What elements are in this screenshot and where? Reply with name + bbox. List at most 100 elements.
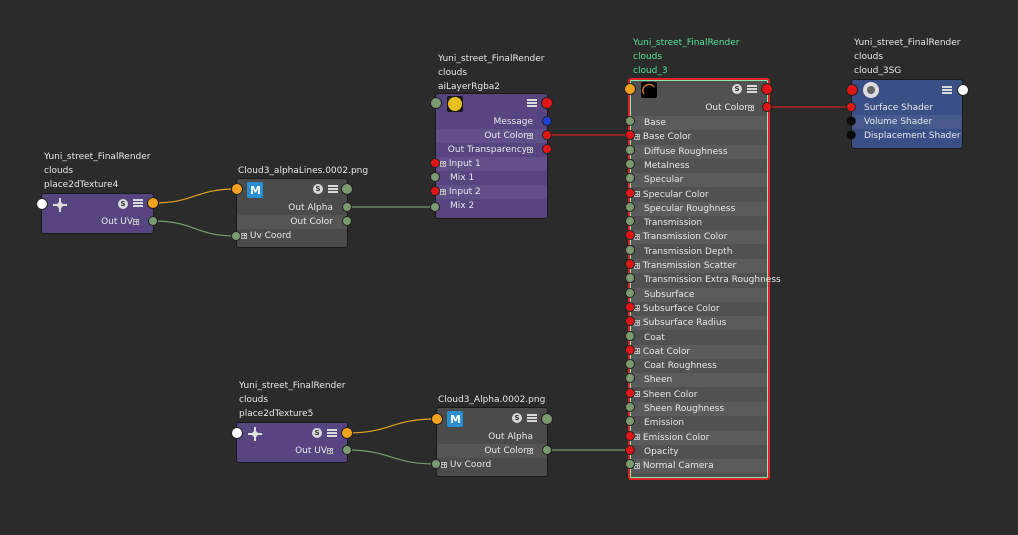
swatch-s-icon[interactable]: S xyxy=(512,413,522,423)
shader-output-port[interactable] xyxy=(761,83,773,95)
surface-shader-row: Surface Shader xyxy=(852,101,962,115)
cloud3sg-node[interactable]: Surface Shader Volume Shader Displacemen… xyxy=(851,79,963,149)
layer-outcolor-port[interactable] xyxy=(542,130,552,140)
out-uv-label: Out UV xyxy=(295,444,333,458)
shader-node-name: cloud_3 xyxy=(633,66,668,76)
place4-output-port[interactable] xyxy=(147,197,159,209)
alpha-output-port[interactable] xyxy=(541,413,553,425)
swatch-s-icon[interactable]: S xyxy=(313,184,323,194)
attr-port-subsurface[interactable] xyxy=(625,287,635,298)
svg-text:M: M xyxy=(450,413,461,426)
attr-row-transmission-extra-roughness: Transmission Extra Roughness xyxy=(630,273,781,287)
attr-row-transmission-scatter: Transmission Scatter xyxy=(630,259,768,273)
layer-mix2-port[interactable] xyxy=(430,202,440,212)
attr-row-specular-color: Specular Color xyxy=(630,188,768,202)
attr-port-diffuse-roughness[interactable] xyxy=(625,144,635,155)
alphalines-output-port[interactable] xyxy=(341,183,353,195)
wire-place4-uv-to-alphalines xyxy=(152,220,237,237)
layer-message-port[interactable] xyxy=(542,116,552,126)
attr-row-subsurface-radius: Subsurface Radius xyxy=(630,316,768,331)
layer-outtransparency-port[interactable] xyxy=(542,144,552,154)
attr-port-opacity[interactable] xyxy=(625,444,635,455)
file-alpha-node[interactable]: M S Out Alpha Out Color Uv Coord xyxy=(436,407,548,477)
file-alphalines-node[interactable]: M S Out Alpha Out Color Uv Coord xyxy=(236,178,348,248)
sg-input-port[interactable] xyxy=(846,84,858,96)
layer-input-port[interactable] xyxy=(430,97,442,109)
shader-outcolor-port[interactable] xyxy=(762,102,772,112)
menu-icon[interactable] xyxy=(747,85,757,94)
swatch-s-icon[interactable]: S xyxy=(732,84,742,94)
menu-icon[interactable] xyxy=(942,86,952,95)
uv-coord-label: Uv Coord xyxy=(441,458,491,472)
alphalines-outcolor-port[interactable] xyxy=(342,216,352,226)
place4-input-port[interactable] xyxy=(36,198,48,210)
place5-output-port[interactable] xyxy=(341,427,353,439)
input1-label: Input 1 xyxy=(440,157,481,171)
wire-place4-to-alphalines xyxy=(152,188,237,204)
layer-scene-label: Yuni_street_FinalRender xyxy=(438,54,545,64)
alpha-outcolor-port[interactable] xyxy=(542,445,552,455)
sg-surface-port[interactable] xyxy=(846,102,856,112)
out-transparency-row: Out Transparency xyxy=(436,143,547,157)
attr-port-coat[interactable] xyxy=(625,330,635,341)
sg-displacement-port[interactable] xyxy=(846,130,856,140)
attr-port-metalness[interactable] xyxy=(625,158,635,169)
place5-input-port[interactable] xyxy=(231,427,243,439)
attr-label-opacity: Opacity xyxy=(644,446,679,457)
volume-shader-row: Volume Shader xyxy=(852,115,962,129)
place5-outuv-port[interactable] xyxy=(342,445,352,455)
swatch-s-icon[interactable]: S xyxy=(118,199,128,209)
attr-row-sheen: Sheen xyxy=(630,373,768,388)
layer-output-port[interactable] xyxy=(541,97,553,109)
attr-row-transmission-depth: Transmission Depth xyxy=(630,245,768,259)
layer-input2-port[interactable] xyxy=(430,186,440,196)
attr-port-specular-color[interactable] xyxy=(625,187,635,198)
swatch-s-icon[interactable]: S xyxy=(312,428,322,438)
alphalines-input-port[interactable] xyxy=(231,183,243,195)
place2dtexture5-node[interactable]: S Out UV xyxy=(236,422,348,463)
attr-port-sheen-roughness[interactable] xyxy=(625,402,635,412)
attr-port-specular-roughness[interactable] xyxy=(625,201,635,212)
attr-row-specular: Specular xyxy=(630,173,768,188)
mix2-label: Mix 2 xyxy=(450,201,475,211)
menu-icon[interactable] xyxy=(527,414,537,423)
attr-port-coat-color[interactable] xyxy=(625,344,635,355)
cloud3-shader-node[interactable]: S Out Color Base Base Color Diffuse Rough… xyxy=(628,78,781,480)
sg-output-port[interactable] xyxy=(957,84,969,96)
out-color-label: Out Color xyxy=(484,444,533,458)
attr-label-normal-camera: Normal Camera xyxy=(634,459,714,473)
displacement-shader-label: Displacement Shader xyxy=(864,131,961,141)
alphalines-outalpha-port[interactable] xyxy=(342,202,352,212)
alphalines-uvcoord-port[interactable] xyxy=(231,231,241,241)
menu-icon[interactable] xyxy=(328,185,338,194)
ailayerrgba2-node[interactable]: Message Out Color Out Transparency Input… xyxy=(435,93,548,219)
place4-scene-label: Yuni_street_FinalRender xyxy=(44,152,151,162)
attr-port-emission-color[interactable] xyxy=(625,430,635,441)
layer-input1-port[interactable] xyxy=(430,158,440,168)
out-color-row: Out Color xyxy=(436,129,547,143)
attr-port-sheen-color[interactable] xyxy=(625,387,635,398)
attr-port-base[interactable] xyxy=(625,116,635,126)
message-label: Message xyxy=(493,117,533,127)
attr-port-transmission-depth[interactable] xyxy=(625,244,635,255)
attr-port-transmission-scatter[interactable] xyxy=(625,259,635,269)
place4-outuv-port[interactable] xyxy=(148,216,158,226)
place2dtexture4-node[interactable]: S Out UV xyxy=(41,193,154,234)
place4-namespace-label: clouds xyxy=(44,166,74,176)
shader-input-port[interactable] xyxy=(624,83,636,95)
file-texture-icon: M xyxy=(447,411,463,427)
alpha-input-port[interactable] xyxy=(431,413,443,425)
menu-icon[interactable] xyxy=(327,429,337,438)
layer-mix1-port[interactable] xyxy=(430,172,440,182)
input2-label: Input 2 xyxy=(440,185,481,199)
out-color-label: Out Color xyxy=(290,217,333,227)
sg-volume-port[interactable] xyxy=(846,116,856,126)
attr-port-subsurface-color[interactable] xyxy=(625,301,635,312)
attr-row-base: Base xyxy=(630,116,768,130)
menu-icon[interactable] xyxy=(527,99,537,108)
menu-icon[interactable] xyxy=(133,199,143,208)
alpha-uvcoord-port[interactable] xyxy=(431,459,441,469)
attr-label-coat-color: Coat Color xyxy=(634,345,690,359)
place5-node-name: place2dTexture5 xyxy=(239,409,314,419)
attr-row-base-color: Base Color xyxy=(630,130,768,144)
